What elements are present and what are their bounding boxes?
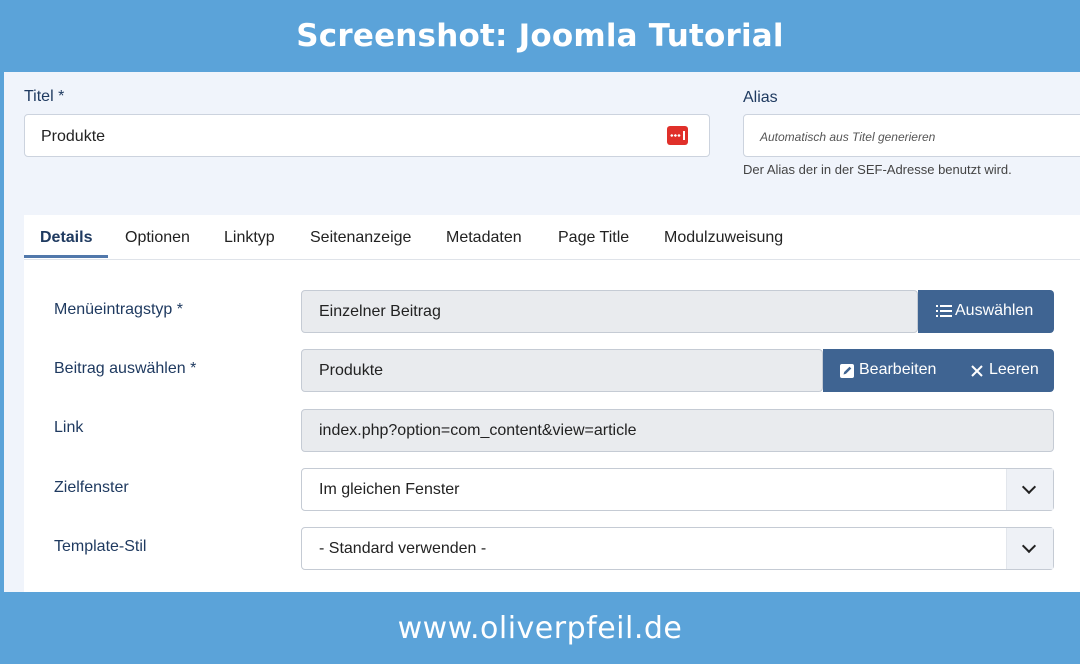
tab-linktyp[interactable]: Linktyp	[224, 229, 275, 247]
target-window-dropdown-toggle[interactable]	[1006, 469, 1053, 510]
menu-item-type-value: Einzelner Beitrag	[319, 303, 441, 320]
tab-modulzuweisung[interactable]: Modulzuweisung	[664, 229, 783, 247]
joomla-menu-item-edit-panel: Titel * Produkte Alias Automatisch aus T…	[4, 72, 1080, 592]
chevron-down-icon	[1021, 538, 1037, 554]
tab-details[interactable]: Details	[40, 229, 92, 247]
select-article-label: Beitrag auswählen *	[54, 360, 197, 377]
footer-url: www.oliverpfeil.de	[397, 611, 683, 646]
link-value: index.php?option=com_content&view=articl…	[319, 422, 637, 439]
password-dots-icon[interactable]	[667, 126, 688, 145]
title-label: Titel *	[24, 88, 65, 105]
tabs-card: Details Optionen Linktyp Seitenanzeige M…	[24, 215, 1080, 592]
target-window-label: Zielfenster	[54, 479, 129, 496]
link-field: index.php?option=com_content&view=articl…	[301, 409, 1054, 452]
alias-help-text: Der Alias der in der SEF-Adresse benutzt…	[743, 162, 1012, 177]
alias-input-placeholder: Automatisch aus Titel generieren	[760, 130, 936, 144]
clear-article-button[interactable]: Leeren	[953, 349, 1054, 392]
banner-title: Screenshot: Joomla Tutorial	[296, 18, 784, 54]
select-article-value: Produkte	[319, 362, 384, 379]
chevron-down-icon	[1021, 479, 1037, 495]
menu-item-type-field: Einzelner Beitrag	[301, 290, 918, 333]
list-icon	[936, 305, 952, 317]
active-tab-indicator	[24, 255, 108, 258]
tab-optionen[interactable]: Optionen	[125, 229, 190, 247]
menu-item-type-label: Menüeintragstyp *	[54, 301, 183, 318]
target-window-value: Im gleichen Fenster	[319, 481, 460, 498]
select-article-field: Produkte	[301, 349, 823, 392]
select-menu-type-button-label: Auswählen	[955, 302, 1034, 319]
alias-input[interactable]: Automatisch aus Titel generieren	[743, 114, 1080, 157]
edit-article-button-label: Bearbeiten	[859, 361, 937, 378]
tab-page-title[interactable]: Page Title	[558, 229, 629, 247]
edit-article-button[interactable]: Bearbeiten	[823, 349, 953, 392]
title-input-value: Produkte	[41, 128, 106, 145]
template-style-dropdown-toggle[interactable]	[1006, 528, 1053, 569]
tab-strip: Details Optionen Linktyp Seitenanzeige M…	[24, 215, 1080, 260]
title-input[interactable]: Produkte	[24, 114, 710, 157]
target-window-select[interactable]: Im gleichen Fenster	[301, 468, 1054, 511]
template-style-value: - Standard verwenden -	[319, 540, 487, 557]
template-style-label: Template-Stil	[54, 538, 147, 555]
link-label: Link	[54, 419, 84, 436]
close-icon	[971, 365, 983, 377]
tab-seitenanzeige[interactable]: Seitenanzeige	[310, 229, 411, 247]
tab-metadaten[interactable]: Metadaten	[446, 229, 522, 247]
alias-label: Alias	[743, 89, 778, 106]
edit-icon	[840, 364, 854, 378]
template-style-select[interactable]: - Standard verwenden -	[301, 527, 1054, 570]
select-menu-type-button[interactable]: Auswählen	[918, 290, 1054, 333]
clear-article-button-label: Leeren	[989, 361, 1039, 378]
